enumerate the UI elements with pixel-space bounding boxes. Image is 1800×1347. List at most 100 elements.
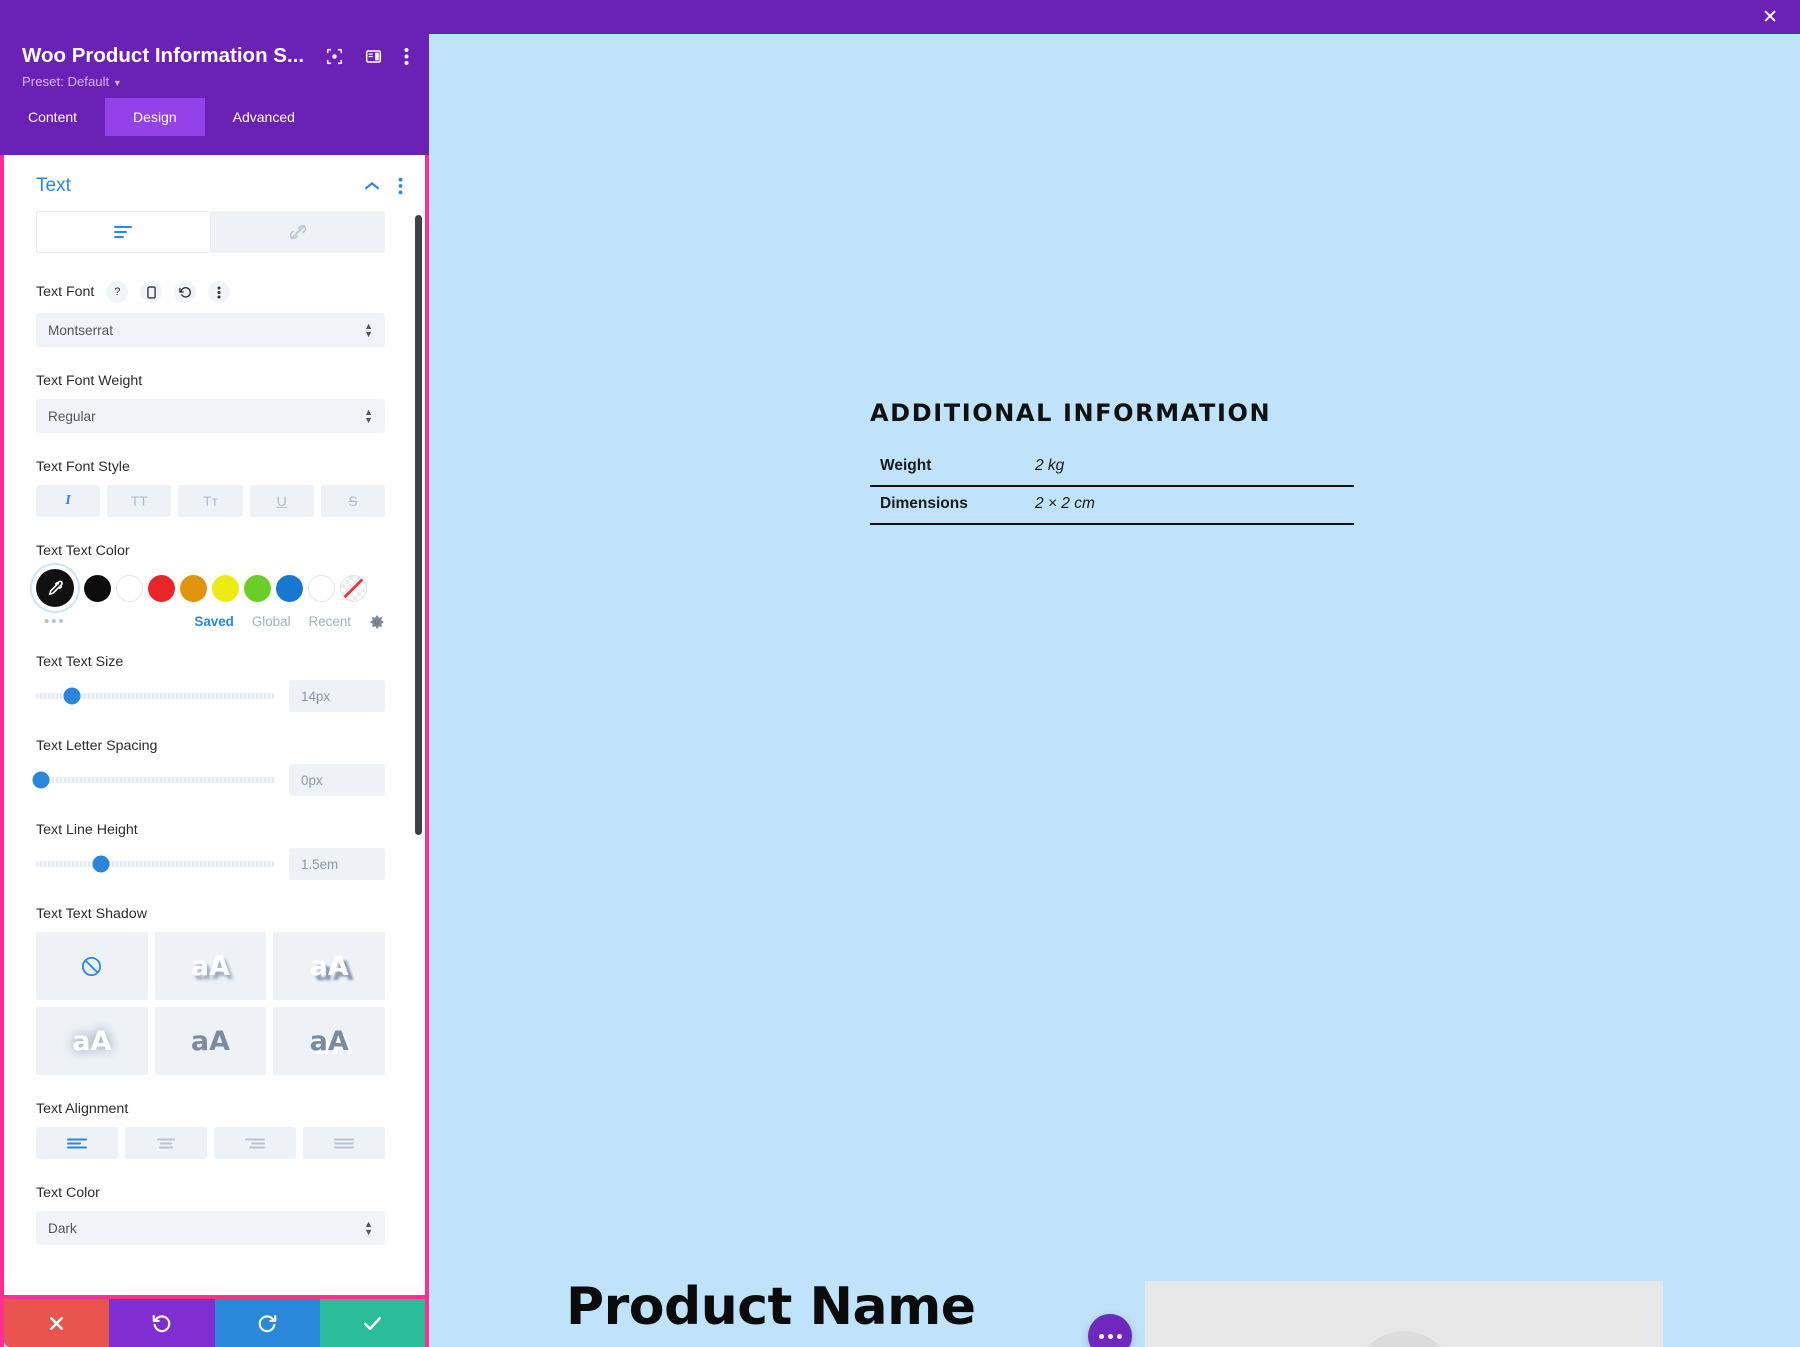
- shadow-hard-button[interactable]: aA: [273, 932, 385, 1000]
- focus-target-icon[interactable]: [326, 48, 343, 65]
- text-text-size-input[interactable]: 14px: [289, 680, 385, 712]
- text-link-toggle-group: [36, 211, 385, 253]
- help-icon[interactable]: ?: [106, 281, 128, 303]
- text-font-style-options: I TT Tᴛ U S: [36, 485, 385, 517]
- eyedropper-swatch[interactable]: [36, 569, 74, 607]
- swatch-red[interactable]: [148, 575, 175, 602]
- chevron-down-icon: ▼: [113, 78, 122, 88]
- swatch-blue[interactable]: [276, 575, 303, 602]
- swatch-white[interactable]: [116, 575, 143, 602]
- close-icon: [47, 1314, 66, 1333]
- text-text-size-slider[interactable]: [36, 693, 275, 699]
- undo-button[interactable]: [109, 1299, 214, 1347]
- module-settings-modal: Woo Product Information S...: [0, 0, 429, 1347]
- table-row: Weight 2 kg: [870, 449, 1354, 486]
- reset-icon[interactable]: [174, 281, 196, 303]
- align-right-button[interactable]: [214, 1127, 296, 1159]
- text-font-select[interactable]: Montserrat ▲▼: [36, 313, 385, 347]
- link-toggle[interactable]: [211, 211, 386, 253]
- table-cell-value: 2 × 2 cm: [1025, 486, 1354, 524]
- field-label: Text Color: [36, 1185, 100, 1201]
- more-horizontal-icon: [1099, 1334, 1104, 1339]
- palette-tab-global[interactable]: Global: [252, 614, 291, 629]
- shadow-glow-button[interactable]: aA: [36, 1007, 148, 1075]
- swatch-yellow[interactable]: [212, 575, 239, 602]
- table-cell-key: Dimensions: [870, 486, 1025, 524]
- tab-design[interactable]: Design: [105, 98, 205, 136]
- italic-button[interactable]: I: [36, 485, 100, 517]
- table-row: Dimensions 2 × 2 cm: [870, 486, 1354, 524]
- palette-tab-recent[interactable]: Recent: [309, 614, 351, 629]
- chevron-up-icon[interactable]: [364, 181, 380, 191]
- text-text-shadow-field: Text Text Shadow aA aA aA aA: [36, 906, 385, 1075]
- cancel-button[interactable]: [4, 1299, 109, 1347]
- text-font-style-field: Text Font Style I TT Tᴛ U S: [36, 459, 385, 517]
- slider-thumb[interactable]: [92, 856, 109, 873]
- product-image-placeholder: [1145, 1281, 1663, 1347]
- slider-thumb[interactable]: [63, 688, 80, 705]
- text-line-height-slider[interactable]: [36, 861, 275, 867]
- field-label: Text Text Color: [36, 543, 130, 559]
- palette-tab-saved[interactable]: Saved: [194, 614, 233, 629]
- shadow-none-button[interactable]: [36, 932, 148, 1000]
- align-center-button[interactable]: [125, 1127, 207, 1159]
- additional-information-block: ADDITIONAL INFORMATION Weight 2 kg Dimen…: [870, 399, 1360, 525]
- field-label: Text Line Height: [36, 822, 138, 838]
- redo-icon: [256, 1312, 278, 1334]
- field-label: Text Font Weight: [36, 373, 142, 389]
- more-horizontal-icon: [1108, 1334, 1113, 1339]
- capitalize-button[interactable]: Tᴛ: [178, 485, 242, 517]
- text-font-weight-select[interactable]: Regular ▲▼: [36, 399, 385, 433]
- underline-button[interactable]: U: [250, 485, 314, 517]
- text-toggle[interactable]: [36, 211, 211, 253]
- shadow-outline-button[interactable]: aA: [155, 1007, 267, 1075]
- text-alignment-options: [36, 1127, 385, 1159]
- placeholder-shape: [1354, 1331, 1454, 1347]
- text-line-height-field: Text Line Height 1.5em: [36, 822, 385, 880]
- field-label: Text Text Shadow: [36, 906, 147, 922]
- swatch-orange[interactable]: [180, 575, 207, 602]
- table-cell-value: 2 kg: [1025, 449, 1354, 486]
- swatch-white-2[interactable]: [308, 575, 335, 602]
- modal-title: Woo Product Information S...: [22, 44, 304, 68]
- swatch-black[interactable]: [84, 575, 111, 602]
- align-justify-button[interactable]: [303, 1127, 385, 1159]
- more-colors-button[interactable]: •••: [44, 613, 66, 630]
- settings-scrollbar[interactable]: [415, 215, 422, 835]
- tab-advanced[interactable]: Advanced: [205, 98, 323, 136]
- table-cell-key: Weight: [870, 449, 1025, 486]
- swatch-green[interactable]: [244, 575, 271, 602]
- swatch-none[interactable]: [340, 575, 367, 602]
- stepper-arrows-icon: ▲▼: [364, 322, 373, 338]
- more-vertical-icon[interactable]: [398, 177, 403, 195]
- layout-columns-icon[interactable]: [365, 48, 382, 65]
- more-vertical-icon[interactable]: [208, 281, 230, 303]
- align-left-button[interactable]: [36, 1127, 118, 1159]
- responsive-mobile-icon[interactable]: [140, 281, 162, 303]
- text-font-label-row: Text Font ?: [36, 281, 385, 303]
- shadow-soft-button[interactable]: aA: [155, 932, 267, 1000]
- tab-content[interactable]: Content: [0, 98, 105, 136]
- more-vertical-icon[interactable]: [404, 47, 409, 66]
- text-font-weight-field: Text Font Weight Regular ▲▼: [36, 373, 385, 433]
- gear-icon[interactable]: [369, 614, 385, 630]
- text-letter-spacing-slider[interactable]: [36, 777, 275, 783]
- undo-icon: [151, 1312, 173, 1334]
- text-color-value: Dark: [48, 1221, 77, 1236]
- redo-button[interactable]: [215, 1299, 320, 1347]
- strikethrough-button[interactable]: S: [321, 485, 385, 517]
- text-line-height-input[interactable]: 1.5em: [289, 848, 385, 880]
- field-label: Text Font Style: [36, 459, 130, 475]
- text-letter-spacing-input[interactable]: 0px: [289, 764, 385, 796]
- field-label: Text Text Size: [36, 654, 123, 670]
- close-icon[interactable]: ✕: [1762, 8, 1778, 27]
- preset-selector[interactable]: Preset: Default ▼: [0, 68, 429, 89]
- save-button[interactable]: [320, 1299, 425, 1347]
- text-color-select[interactable]: Dark ▲▼: [36, 1211, 385, 1245]
- slider-thumb[interactable]: [32, 772, 49, 789]
- uppercase-button[interactable]: TT: [107, 485, 171, 517]
- shadow-emboss-button[interactable]: aA: [273, 1007, 385, 1075]
- settings-scroll-pane: Text: [4, 155, 425, 1295]
- floating-options-button[interactable]: [1088, 1314, 1132, 1347]
- more-horizontal-icon: [1117, 1334, 1122, 1339]
